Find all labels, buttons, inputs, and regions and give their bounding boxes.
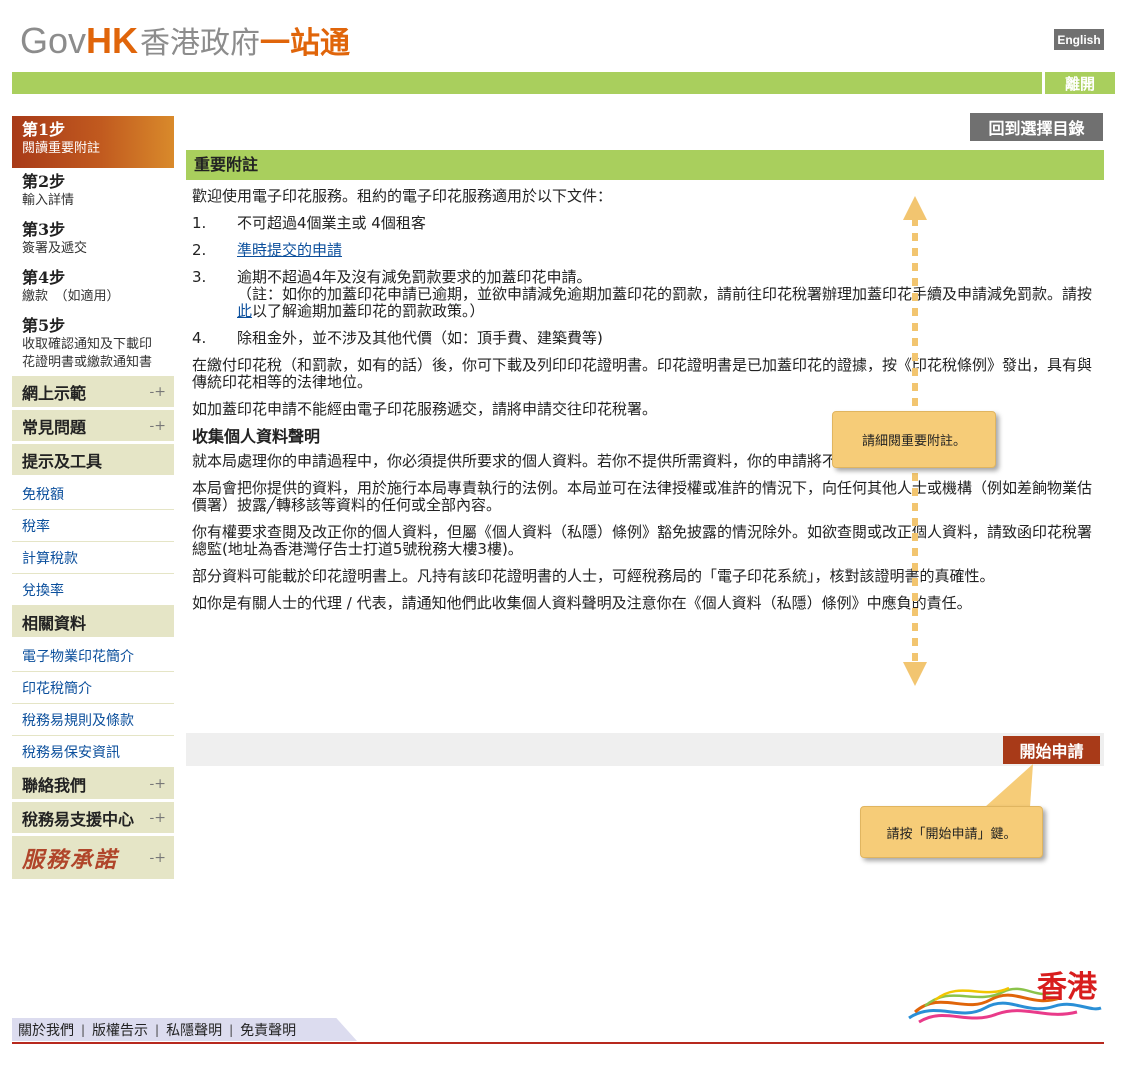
footer-divider [12,1042,1104,1044]
sidebar-link-stamp-duty[interactable]: 印花稅簡介 [12,672,174,704]
tooltip-text: 請細閱重要附註。 [861,434,966,449]
expand-plus-icon: -+ [149,417,166,434]
sidebar-link-tax-rate[interactable]: 稅率 [12,510,174,542]
step-title: 第5步 [22,316,66,335]
logo-hk-text: HK [86,20,139,61]
privacy-paragraph: 你有權要求查閱及改正你的個人資料，但屬《個人資料（私隱）條例》豁免披露的情況除外… [192,523,1093,558]
logo-zh-gray: 香港政府 [140,27,261,60]
list-number: 2. [192,241,207,259]
logo-zh-orange: 一站通 [260,27,351,60]
note-text-a: （註：如你的加蓋印花申請已逾期，並欲申請減免逾期加蓋印花的罰款，請前往印花稅署辦… [237,285,1093,303]
step-title: 第2步 [22,172,66,191]
step-desc: 收取確認通知及下載印花證明書或繳款通知書 [22,337,153,370]
step-1: 第1步 閱讀重要附註 [12,116,174,168]
sidebar: 第1步 閱讀重要附註 第2步 輸入詳情 第3步 簽署及遞交 第4步 繳款 （如適… [12,116,174,882]
sidebar-link-calc-tax[interactable]: 計算稅款 [12,542,174,574]
service-pledge-logo: 服務承諾 [22,846,119,873]
start-application-button[interactable]: 開始申請 [1003,736,1100,764]
footer-link-privacy[interactable]: 私隱聲明 [160,1020,228,1040]
sidebar-link-exchange[interactable]: 兌換率 [12,574,174,606]
sidebar-item-label: 聯絡我們 [22,775,87,795]
expand-plus-icon: -+ [149,849,166,866]
list-item: 3. 逾期不超過4年及沒有減免罰款要求的加蓋印花申請。 （註：如你的加蓋印花申請… [192,269,1098,320]
footer-links: 關於我們 | 版權告示 | 私隱聲明 | 免責聲明 [12,1018,357,1041]
list-note: （註：如你的加蓋印花申請已逾期，並欲申請減免逾期加蓋印花的罰款，請前往印花稅署辦… [237,286,1098,320]
step-desc: 輸入詳情 [22,193,75,208]
list-text: 不可超過4個業主或 4個租客 [237,214,426,232]
sidebar-item-support[interactable]: 稅務易支援中心 -+ [12,802,174,836]
step-title: 第4步 [22,268,66,287]
step-desc: 閱讀重要附註 [22,141,101,156]
exit-button[interactable]: 離開 [1042,72,1115,94]
sidebar-item-faq[interactable]: 常見問題 -+ [12,410,174,444]
expand-plus-icon: -+ [149,775,166,792]
list-text: 逾期不超過4年及沒有減免罰款要求的加蓋印花申請。 [237,268,592,286]
sidebar-link-security[interactable]: 稅務易保安資訊 [12,736,174,768]
step-title: 第3步 [22,220,66,239]
notes-content: 歡迎使用電子印花服務。租約的電子印花服務適用於以下文件： 1. 不可超過4個業主… [186,188,1104,612]
sidebar-heading-label: 相關資料 [22,613,87,633]
list-number: 1. [192,214,207,232]
sidebar-link-allowance[interactable]: 免稅額 [12,478,174,510]
read-notes-tooltip: 請細閱重要附註。 [832,411,996,468]
list-item: 2. 準時提交的申請 [192,242,1098,259]
step-3: 第3步 簽署及遞交 [12,216,174,264]
penalty-policy-link[interactable]: 此 [237,302,252,320]
timely-application-link[interactable]: 準時提交的申請 [237,242,342,259]
document-list: 1. 不可超過4個業主或 4個租客 2. 準時提交的申請 3. 逾期不超過4年及… [192,215,1098,347]
list-item: 4. 除租金外，並不涉及其他代價（如：頂手費、建築費等) [192,330,1098,347]
privacy-paragraph: 部分資料可能載於印花證明書上。凡持有該印花證明書的人士，可經稅務局的「電子印花系… [192,567,995,585]
main-content: 重要附註 歡迎使用電子印花服務。租約的電子印花服務適用於以下文件： 1. 不可超… [186,150,1104,622]
govhk-logo[interactable]: Gov HK 香港政府 一站通 [20,18,351,61]
list-item-body: 逾期不超過4年及沒有減免罰款要求的加蓋印花申請。 （註：如你的加蓋印花申請已逾期… [237,269,1098,320]
expand-plus-icon: -+ [149,383,166,400]
logo-gov-text: Gov [20,20,87,61]
certificate-paragraph: 在繳付印花稅（和罰款，如有的話）後，你可下載及列印印花證明書。印花證明書是已加蓋… [192,356,1093,391]
step-2: 第2步 輸入詳情 [12,168,174,216]
list-number: 3. [192,268,207,286]
action-bar: 開始申請 [186,733,1104,766]
brand-hong-kong-logo: 香港 [905,960,1105,1030]
sidebar-link-e-stamp[interactable]: 電子物業印花簡介 [12,640,174,672]
step-title: 第1步 [22,120,66,139]
step-desc: 簽署及遞交 [22,241,88,256]
sidebar-link-terms[interactable]: 稅務易規則及條款 [12,704,174,736]
brand-text: 香港 [1037,970,1097,1005]
intro-text: 歡迎使用電子印花服務。租約的電子印花服務適用於以下文件： [192,187,613,205]
english-language-button[interactable]: English [1054,29,1104,50]
privacy-paragraph: 本局會把你提供的資料，用於施行本局專責執行的法例。本局並可在法律授權或准許的情況… [192,479,1093,514]
sidebar-item-contact[interactable]: 聯絡我們 -+ [12,768,174,802]
top-green-bar: 離開 [12,72,1115,94]
sidebar-item-label: 網上示範 [22,383,87,403]
press-start-tooltip: 請按「開始申請」鍵。 [860,806,1043,858]
sidebar-item-pledge[interactable]: 服務承諾 -+ [12,836,174,882]
privacy-paragraph: 如你是有關人士的代理 / 代表，請通知他們此收集個人資料聲明及注意你在《個人資料… [192,594,972,612]
expand-plus-icon: -+ [149,809,166,826]
footer-link-about[interactable]: 關於我們 [12,1020,80,1040]
step-desc: 繳款 （如適用） [22,289,120,304]
sidebar-item-demo[interactable]: 網上示範 -+ [12,376,174,410]
list-number: 4. [192,329,207,347]
sidebar-item-label: 常見問題 [22,417,87,437]
step-4: 第4步 繳款 （如適用） [12,264,174,312]
section-title: 重要附註 [186,150,1104,180]
list-text: 除租金外，並不涉及其他代價（如：頂手費、建築費等) [237,329,603,347]
sidebar-heading-label: 提示及工具 [22,451,103,471]
tooltip-text: 請按「開始申請」鍵。 [886,826,1017,842]
step-5: 第5步 收取確認通知及下載印花證明書或繳款通知書 [12,312,174,376]
sidebar-heading-related: 相關資料 [12,606,174,640]
list-item: 1. 不可超過4個業主或 4個租客 [192,215,1098,232]
note-text-b: 以了解逾期加蓋印花的罰款政策。） [252,302,485,320]
footer-link-copyright[interactable]: 版權告示 [86,1020,154,1040]
footer-link-disclaimer[interactable]: 免責聲明 [234,1020,302,1040]
back-to-menu-button[interactable]: 回到選擇目錄 [970,113,1103,141]
tooltip-pointer-icon [985,764,1033,807]
sidebar-heading-tips: 提示及工具 [12,444,174,478]
sidebar-item-label: 稅務易支援中心 [22,809,135,829]
